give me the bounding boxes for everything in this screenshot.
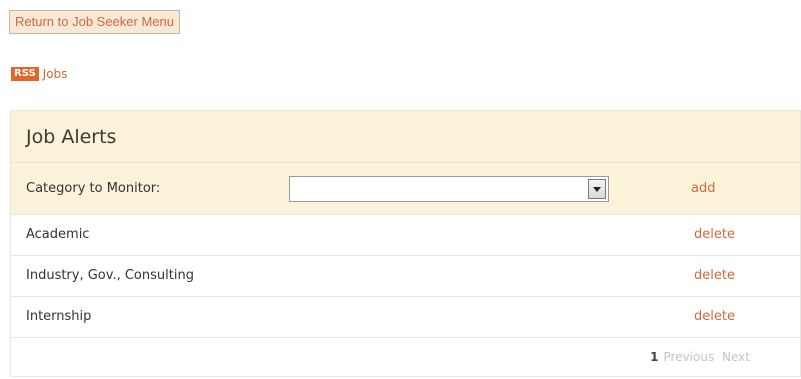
rss-feed: RSS Jobs bbox=[11, 66, 67, 82]
panel-title: Job Alerts bbox=[11, 111, 800, 163]
alert-row: Internship delete bbox=[11, 297, 800, 338]
chevron-down-icon[interactable] bbox=[588, 179, 606, 199]
alert-row: Academic delete bbox=[11, 215, 800, 256]
alert-name: Academic bbox=[26, 227, 90, 242]
alert-name: Industry, Gov., Consulting bbox=[26, 268, 194, 283]
current-page: 1 bbox=[650, 350, 659, 364]
delete-alert-link[interactable]: delete bbox=[694, 297, 735, 337]
delete-alert-link[interactable]: delete bbox=[694, 215, 735, 255]
category-monitor-row: Category to Monitor: add bbox=[11, 163, 800, 215]
category-label: Category to Monitor: bbox=[26, 181, 161, 196]
delete-alert-link[interactable]: delete bbox=[694, 256, 735, 296]
previous-page-link[interactable]: Previous bbox=[663, 350, 714, 364]
pagination-row: 1 Previous Next bbox=[11, 338, 800, 376]
rss-jobs-link[interactable]: Jobs bbox=[43, 67, 68, 81]
alert-name: Internship bbox=[26, 309, 92, 324]
add-alert-link[interactable]: add bbox=[691, 163, 715, 215]
rss-icon[interactable]: RSS bbox=[11, 67, 39, 81]
category-select[interactable] bbox=[289, 176, 609, 202]
pagination: 1 Previous Next bbox=[650, 338, 750, 376]
next-page-link[interactable]: Next bbox=[722, 350, 750, 364]
job-alerts-panel: Job Alerts Category to Monitor: add Acad… bbox=[10, 110, 801, 377]
alert-row: Industry, Gov., Consulting delete bbox=[11, 256, 800, 297]
return-to-job-seeker-menu-button[interactable]: Return to Job Seeker Menu bbox=[9, 10, 180, 34]
